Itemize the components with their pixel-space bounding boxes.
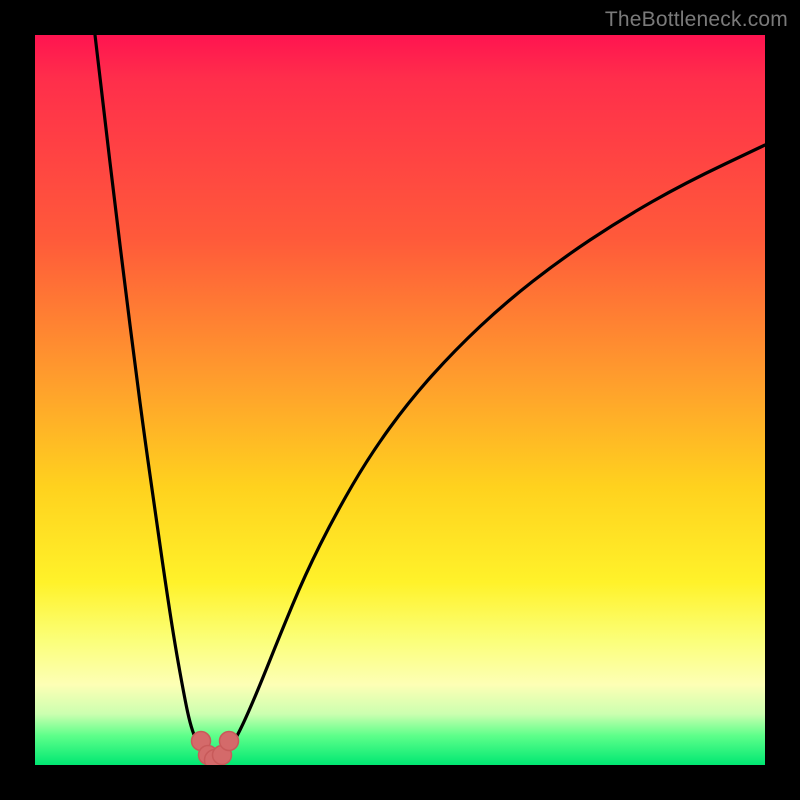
watermark-text: TheBottleneck.com (605, 8, 788, 32)
trough-blob (192, 732, 239, 766)
outer-frame: TheBottleneck.com (0, 0, 800, 800)
plot-area (35, 35, 765, 765)
bottleneck-curve (35, 35, 765, 765)
curve-left-branch (95, 35, 205, 753)
curve-right-branch (225, 145, 765, 753)
